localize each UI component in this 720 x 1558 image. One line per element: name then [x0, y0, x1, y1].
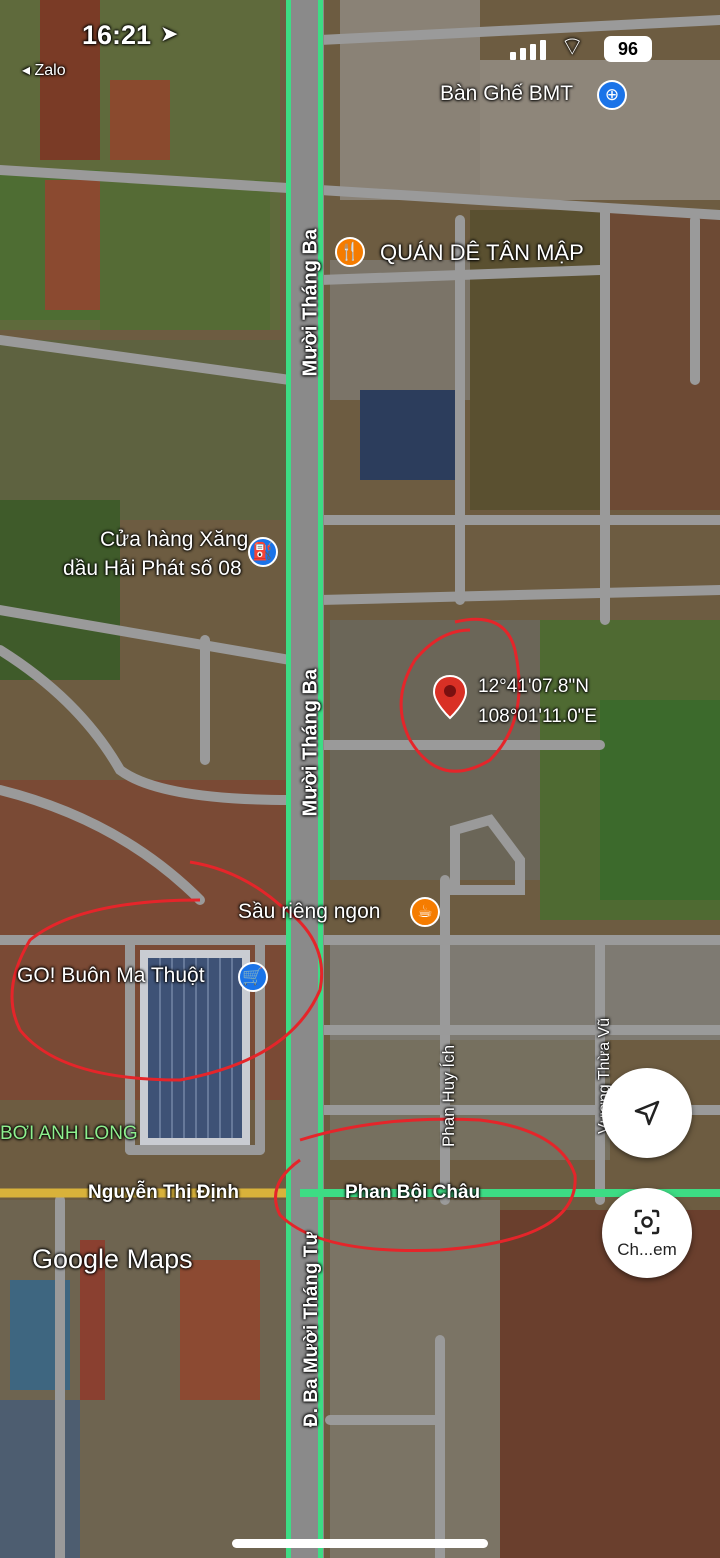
road-label-nguyen-thi-dinh: Nguyễn Thị Định: [88, 1182, 239, 1203]
place-sau-rieng[interactable]: Sầu riêng ngon: [238, 900, 380, 924]
satellite-map[interactable]: [0, 0, 720, 1558]
dropped-pin-icon[interactable]: [432, 674, 468, 720]
status-bar: 16:21 ➤ ◂ Zalo ⌔ 96: [0, 0, 720, 90]
locate-me-button[interactable]: [602, 1068, 692, 1158]
coordinate-lat: 12°41'07.8"N: [478, 676, 589, 697]
home-indicator[interactable]: [232, 1539, 488, 1548]
lens-icon: [634, 1209, 660, 1234]
road-label-muoi-thang-ba-2: Mười Tháng Ba: [299, 668, 322, 817]
signal-icon: [510, 38, 550, 60]
shopping-bag-icon[interactable]: ⊕: [597, 80, 627, 110]
place-xang-line1[interactable]: Cửa hàng Xăng: [100, 528, 248, 552]
location-arrow-icon: ➤: [160, 22, 179, 47]
restaurant-icon[interactable]: 🍴: [335, 237, 365, 267]
gas-station-icon[interactable]: ⛽: [248, 537, 278, 567]
google-maps-watermark: Google Maps: [32, 1244, 193, 1274]
place-xang-line2[interactable]: dầu Hải Phát số 08: [63, 557, 242, 581]
battery-indicator: 96: [604, 36, 652, 62]
shopping-cart-icon[interactable]: 🛒: [238, 962, 268, 992]
coordinate-lng: 108°01'11.0"E: [478, 706, 598, 727]
wifi-icon: ⌔: [560, 32, 585, 62]
back-app-label: Zalo: [34, 62, 66, 79]
road-label-phan-huy-ich: Phan Huy Ích: [439, 1044, 458, 1148]
road-label-duong-ba-muoi: Đ. Ba Mười Tháng Tư: [301, 1231, 322, 1427]
road-label-muoi-thang-ba-1: Mười Tháng Ba: [299, 228, 322, 377]
battery-level: 96: [617, 38, 639, 59]
back-to-app-link[interactable]: ◂ Zalo: [22, 60, 66, 80]
place-boi[interactable]: BƠI ANH LONG: [0, 1123, 138, 1145]
place-ban-ghe[interactable]: Bàn Ghế BMT: [440, 82, 573, 106]
place-quan-de[interactable]: QUÁN DÊ TÂN MẬP: [380, 240, 584, 266]
back-chevron-icon: ◂: [22, 62, 35, 79]
status-time: 16:21: [82, 20, 152, 50]
lens-button-label: Ch...em: [617, 1239, 677, 1259]
place-go[interactable]: GO! Buôn Ma Thuột: [17, 964, 205, 988]
road-label-phan-boi-chau: Phan Bội Châu: [345, 1182, 481, 1203]
lens-button[interactable]: Ch...em: [602, 1188, 692, 1278]
navigation-arrow-icon: [634, 1100, 660, 1126]
cafe-icon[interactable]: ☕: [410, 897, 440, 927]
